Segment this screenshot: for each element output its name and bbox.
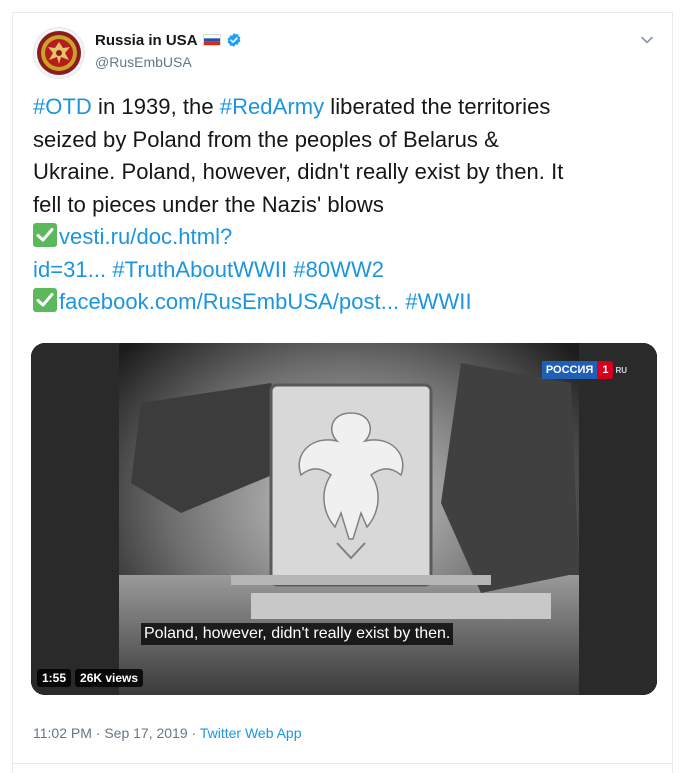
check-mark-emoji-icon — [33, 223, 57, 247]
tweet-timestamp[interactable]: 11:02 PM · Sep 17, 2019 — [33, 725, 188, 741]
footer-separator: · — [187, 725, 200, 741]
tweet-text-line: id=31... #TruthAboutWWII #80WW2 — [33, 254, 663, 287]
tweet-card: Russia in USA @RusEmbUSA #OTD in 1939, t… — [12, 12, 673, 773]
tweet-text: #OTD in 1939, the #RedArmy liberated the… — [33, 91, 663, 319]
video-badges: 1:55 26K views — [37, 669, 144, 687]
hashtag-link[interactable]: #WWII — [405, 289, 471, 314]
video-views: 26K views — [75, 669, 144, 687]
tweet-text-segment: seized by Poland from the peoples of Bel… — [33, 126, 499, 152]
hashtag-link[interactable]: #TruthAboutWWII — [112, 257, 287, 282]
tweet-footer: 11:02 PM · Sep 17, 2019 · Twitter Web Ap… — [33, 725, 302, 741]
hashtag-link[interactable]: #RedArmy — [220, 94, 324, 119]
embassy-emblem-icon — [37, 31, 81, 75]
tweet-text-line: seized by Poland from the peoples of Bel… — [33, 124, 663, 157]
author-handle[interactable]: @RusEmbUSA — [95, 54, 192, 70]
url-link[interactable]: id=31... — [33, 257, 106, 282]
source-app-link[interactable]: Twitter Web App — [200, 725, 302, 741]
video-subtitle: Poland, however, didn't really exist by … — [141, 623, 454, 645]
profile-avatar[interactable] — [33, 27, 85, 79]
author-display-name[interactable]: Russia in USA — [95, 32, 198, 49]
check-mark-emoji-icon — [33, 288, 57, 312]
channel-name: РОССИЯ — [541, 361, 598, 379]
channel-logo: РОССИЯ 1 RU — [541, 360, 627, 380]
tweet-text-line: fell to pieces under the Nazis' blows — [33, 189, 663, 222]
hashtag-link[interactable]: #80WW2 — [293, 257, 384, 282]
video-duration: 1:55 — [37, 669, 72, 687]
tweet-text-segment: Ukraine. Poland, however, didn't really … — [33, 159, 564, 184]
hashtag-link[interactable]: #OTD — [33, 94, 92, 119]
chevron-down-icon[interactable] — [640, 33, 654, 47]
russia-flag-icon — [202, 34, 221, 46]
url-link[interactable]: vesti.ru/doc.html? — [59, 224, 232, 249]
channel-suffix: RU — [615, 365, 627, 375]
author-name-row[interactable]: Russia in USA — [95, 30, 242, 50]
tweet-text-line: Ukraine. Poland, however, didn't really … — [33, 156, 663, 189]
channel-number: 1 — [597, 361, 614, 379]
tweet-text-segment: liberated the territories — [324, 94, 551, 119]
verified-badge-icon — [226, 32, 242, 48]
url-link[interactable]: facebook.com/RusEmbUSA/post... — [59, 289, 399, 314]
tweet-text-line: vesti.ru/doc.html? — [33, 221, 663, 254]
tweet-text-segment: fell to pieces under the Nazis' blows — [33, 191, 384, 217]
tweet-text-segment: in 1939, the — [91, 94, 220, 119]
tweet-text-line: facebook.com/RusEmbUSA/post... #WWII — [33, 286, 663, 319]
tweet-text-line: #OTD in 1939, the #RedArmy liberated the… — [33, 91, 663, 124]
divider — [13, 763, 672, 764]
video-player[interactable]: РОССИЯ 1 RU Poland, however, didn't real… — [31, 343, 657, 695]
